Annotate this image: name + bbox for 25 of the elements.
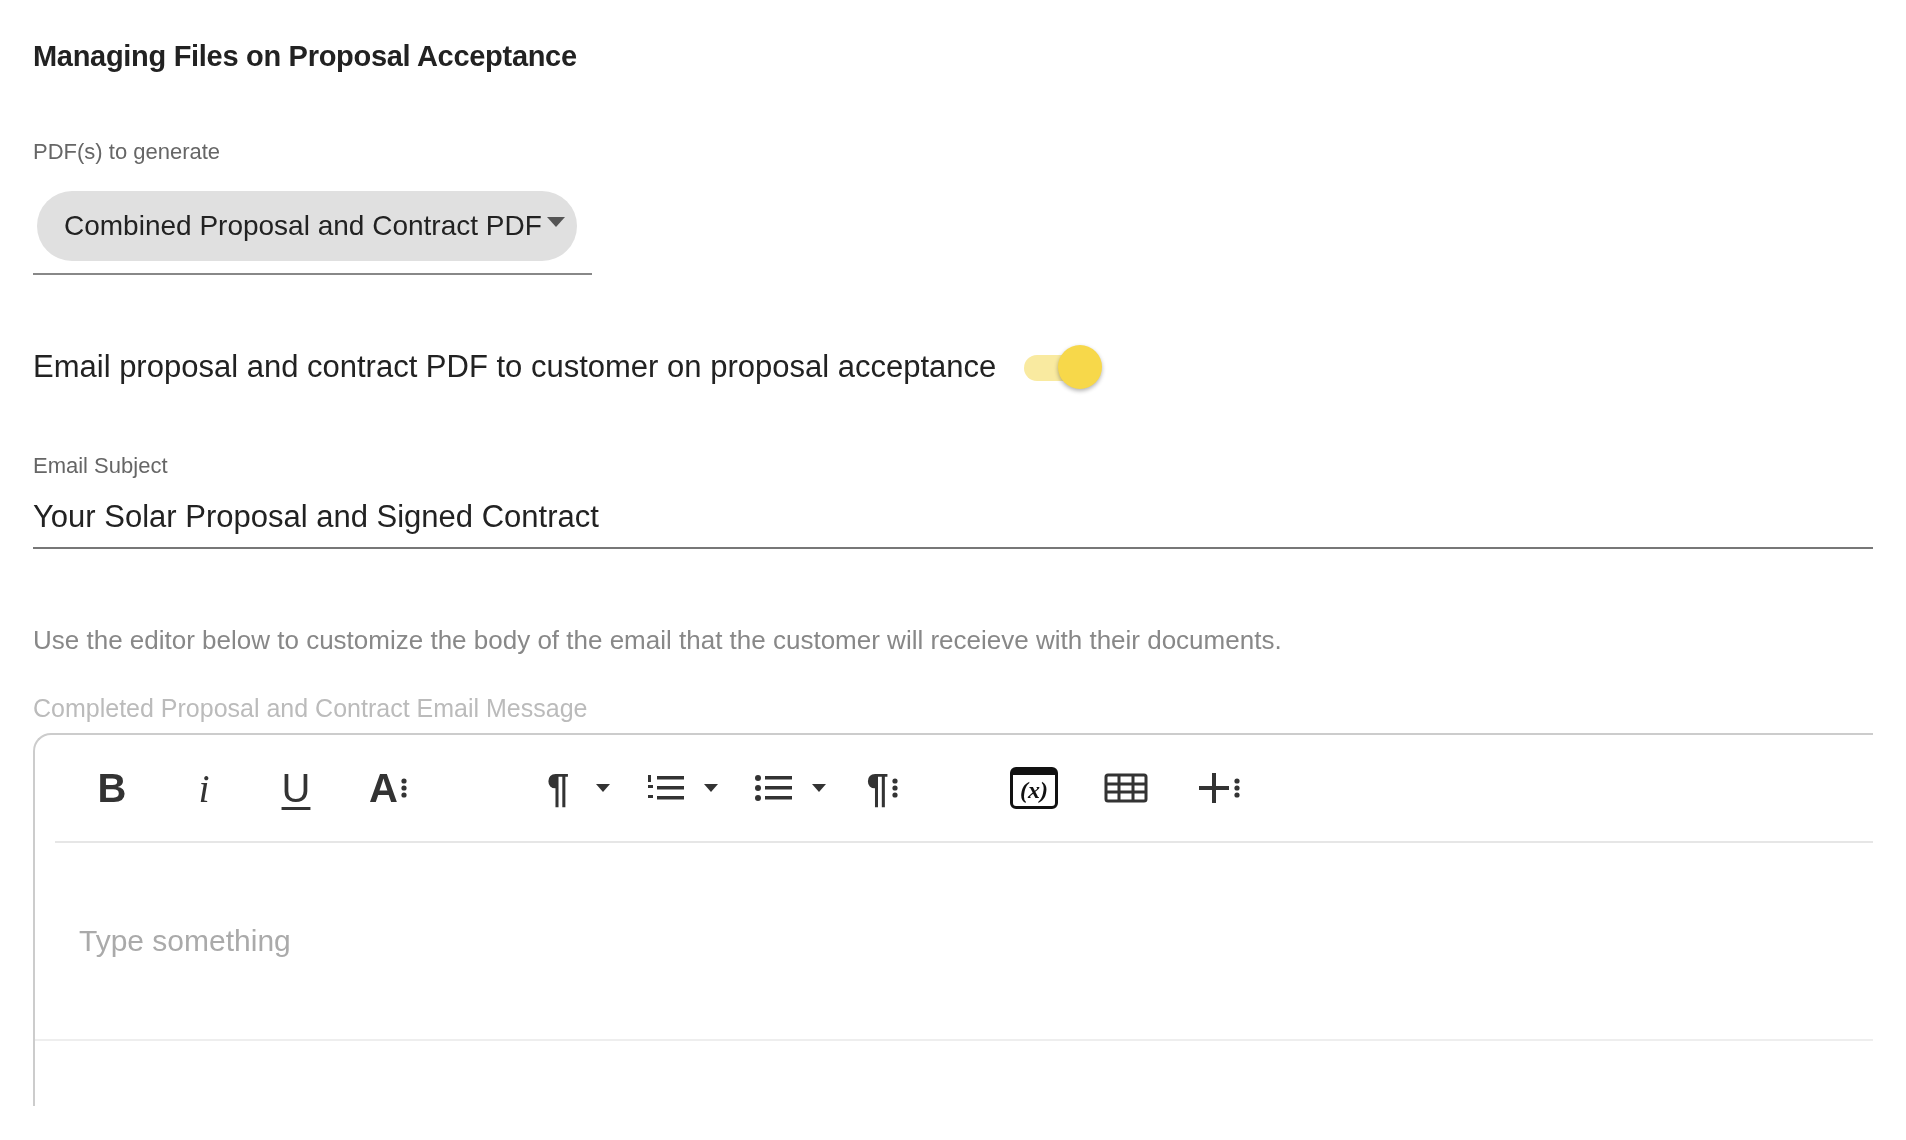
caret-icon (595, 783, 611, 793)
caret-icon (545, 216, 566, 228)
caret-icon (703, 783, 719, 793)
caret-icon (811, 783, 827, 793)
field-label: Email Subject (33, 453, 169, 479)
more-dots-icon (891, 777, 898, 799)
bold-button[interactable]: B (83, 759, 141, 817)
section-title: Managing Files on Proposal Acceptance (33, 40, 578, 73)
plus-icon (1196, 771, 1231, 805)
pdf-select[interactable]: Combined Proposal and Contract PDF (37, 191, 577, 261)
italic-button[interactable]: i (175, 759, 233, 817)
table-icon (1104, 773, 1148, 803)
bullet-list-icon (754, 773, 794, 803)
numbered-list-icon (646, 773, 686, 803)
toggle-label: Email proposal and contract PDF to customer on proposal acceptance (33, 349, 997, 385)
paragraph-format-button[interactable]: ¶ (529, 759, 587, 817)
editor-placeholder: Type something (79, 924, 291, 958)
paragraph-more-button[interactable]: ¶ (853, 759, 911, 817)
helper-text: Use the editor below to customize the body of the email that the customer will receieve with their documents. (33, 625, 1283, 656)
more-dots-icon (1233, 777, 1240, 799)
more-dots-icon (400, 777, 407, 799)
editor-label: Completed Proposal and Contract Email Message (33, 694, 589, 723)
underline-button[interactable]: U (267, 759, 325, 817)
font-size-button[interactable]: A (359, 759, 417, 817)
field-label: PDF(s) to generate (33, 139, 222, 165)
